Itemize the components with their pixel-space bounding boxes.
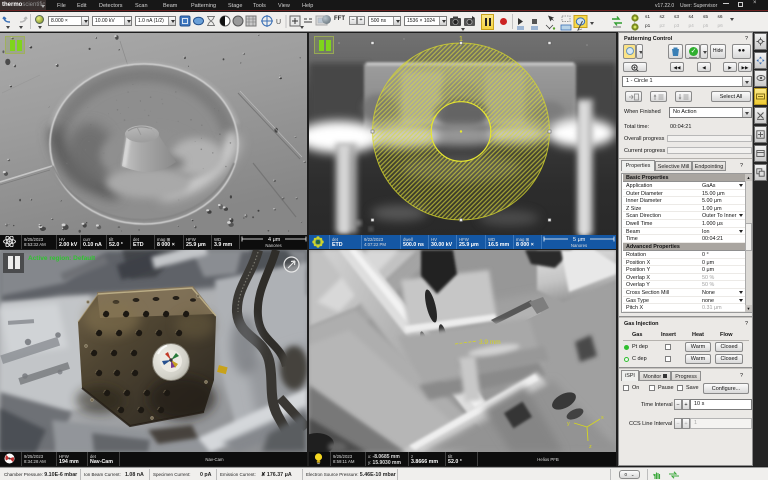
svg-text:3.9 mm: 3.9 mm [479, 339, 501, 346]
svg-text:4 μm: 4 μm [268, 237, 281, 242]
svg-text:5 μm: 5 μm [573, 237, 586, 242]
svg-text:x: x [601, 415, 604, 421]
svg-text:U: U [276, 19, 281, 26]
svg-text:y: y [567, 421, 570, 427]
svg-text:z: z [589, 444, 592, 450]
